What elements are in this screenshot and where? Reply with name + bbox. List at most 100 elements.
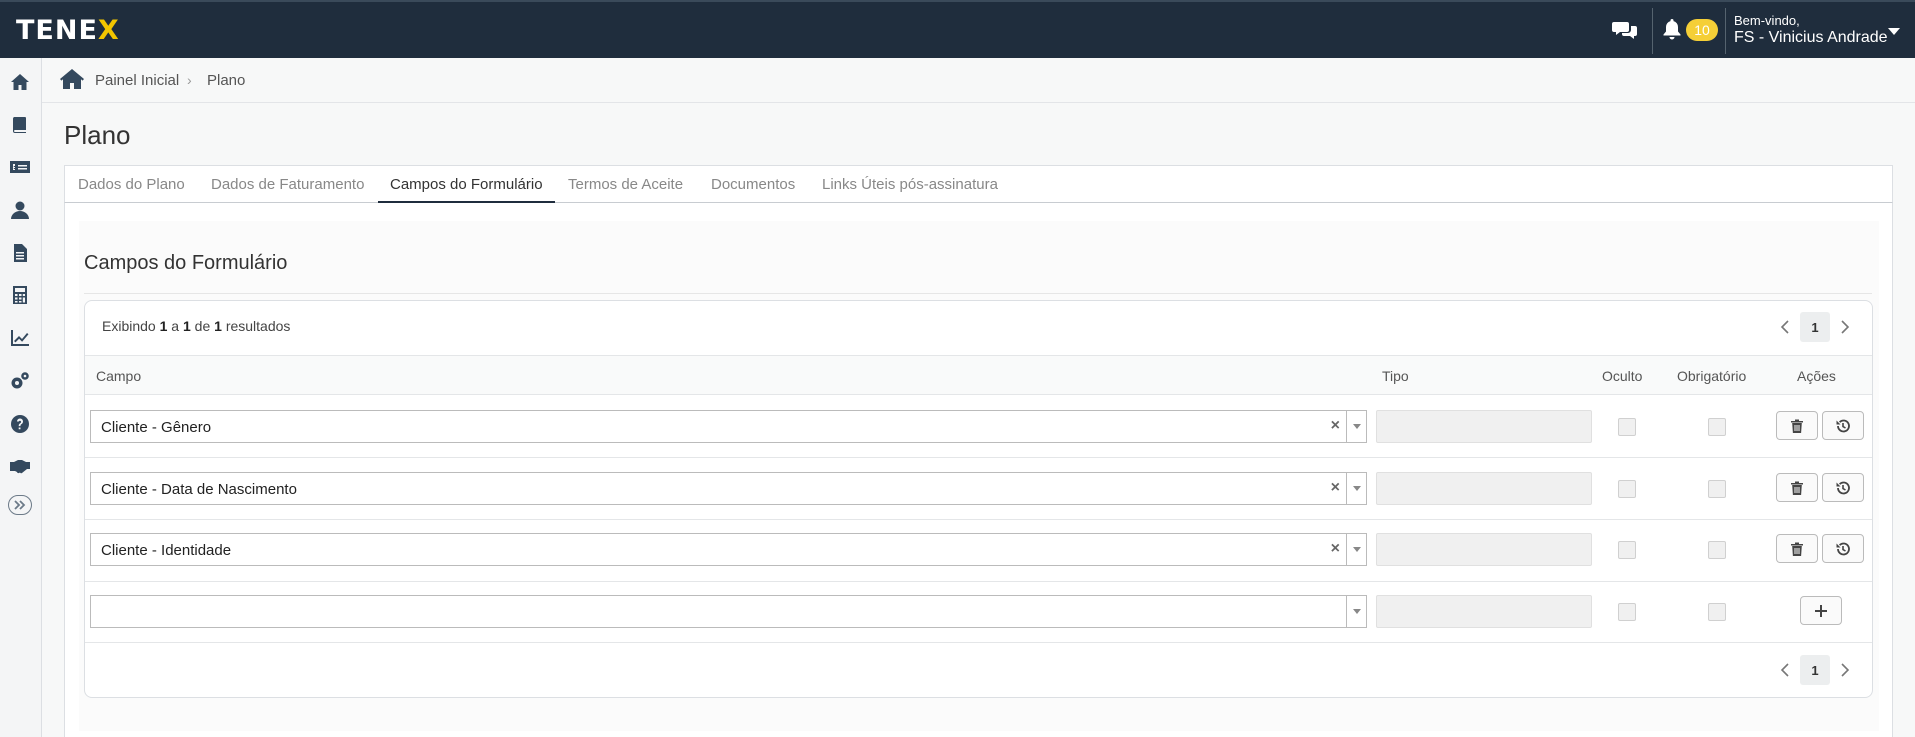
user-name[interactable]: FS - Vinicius Andrade xyxy=(1734,29,1888,47)
sidebar-item-home[interactable] xyxy=(0,67,40,97)
section-divider xyxy=(84,293,1872,294)
dropdown-toggle[interactable] xyxy=(1346,411,1366,442)
logo-text: TENE xyxy=(16,14,98,46)
caret-down-icon xyxy=(1352,608,1361,614)
plus-icon xyxy=(1815,604,1827,617)
book-icon xyxy=(12,117,26,133)
chevron-left-icon xyxy=(1780,663,1789,677)
campo-select[interactable]: Cliente - Gênero × xyxy=(90,410,1367,443)
document-icon xyxy=(14,244,27,262)
results-from: 1 xyxy=(159,318,168,334)
sidebar-expand-button[interactable] xyxy=(8,495,32,515)
sidebar-item-book[interactable] xyxy=(0,110,40,140)
page-title: Plano xyxy=(64,120,131,150)
trash-icon xyxy=(1791,481,1803,495)
welcome-text: Bem-vindo, xyxy=(1734,13,1800,28)
tab-termos-de-aceite[interactable]: Termos de Aceite xyxy=(568,166,683,203)
settings-icon xyxy=(11,372,29,389)
handshake-icon xyxy=(10,460,30,474)
help-icon xyxy=(11,415,29,433)
logo-text-x: X xyxy=(97,14,120,46)
campo-select[interactable]: Cliente - Data de Nascimento × xyxy=(90,472,1367,505)
sidebar-item-calculator[interactable] xyxy=(0,280,40,310)
results-of-word: de xyxy=(194,318,211,334)
campo-select-value: Cliente - Identidade xyxy=(101,542,232,559)
dropdown-toggle[interactable] xyxy=(1346,596,1366,627)
money-card-icon xyxy=(10,161,30,173)
dropdown-toggle[interactable] xyxy=(1346,473,1366,504)
campo-select-value: Cliente - Gênero xyxy=(101,419,212,436)
sidebar-item-settings[interactable] xyxy=(0,366,40,396)
tab-links-uteis[interactable]: Links Úteis pós-assinatura xyxy=(822,166,998,203)
breadcrumb-current: Plano xyxy=(207,72,246,89)
column-oculto: Oculto xyxy=(1602,368,1643,384)
clear-selection-icon[interactable]: × xyxy=(1331,540,1340,558)
restore-button[interactable] xyxy=(1822,534,1864,563)
user-menu-caret-icon[interactable] xyxy=(1888,28,1900,36)
oculto-checkbox[interactable] xyxy=(1618,418,1636,436)
sidebar-item-document[interactable] xyxy=(0,238,40,268)
chevron-right-icon xyxy=(1841,320,1850,334)
results-summary: Exibindo 1 a 1 de 1 resultados xyxy=(102,318,290,334)
obrigatorio-checkbox[interactable] xyxy=(1708,541,1726,559)
column-obrigatorio: Obrigatório xyxy=(1677,368,1747,384)
prev-page-button[interactable] xyxy=(1770,312,1800,342)
tab-dados-do-plano[interactable]: Dados do Plano xyxy=(78,166,185,203)
sidebar-item-user[interactable] xyxy=(0,195,40,225)
home-icon xyxy=(60,69,84,89)
header-divider xyxy=(1652,8,1653,54)
caret-down-icon xyxy=(1352,546,1361,552)
tab-documentos[interactable]: Documentos xyxy=(711,166,795,203)
campo-select[interactable]: Cliente - Identidade × xyxy=(90,533,1367,566)
bell-icon[interactable] xyxy=(1662,18,1682,40)
prev-page-button[interactable] xyxy=(1770,655,1800,685)
page-number[interactable]: 1 xyxy=(1800,655,1830,685)
sidebar-item-help[interactable] xyxy=(0,409,40,439)
delete-button[interactable] xyxy=(1776,411,1818,440)
sidebar-item-billing[interactable] xyxy=(0,152,40,182)
clear-selection-icon[interactable]: × xyxy=(1331,479,1340,497)
history-icon xyxy=(1836,542,1850,555)
page-number[interactable]: 1 xyxy=(1800,312,1830,342)
sidebar xyxy=(0,58,42,737)
breadcrumb-painel-inicial[interactable]: Painel Inicial xyxy=(95,72,179,89)
oculto-checkbox[interactable] xyxy=(1618,541,1636,559)
restore-button[interactable] xyxy=(1822,473,1864,502)
tipo-field xyxy=(1376,533,1592,566)
tab-dados-de-faturamento[interactable]: Dados de Faturamento xyxy=(211,166,364,203)
pagination-bottom: 1 xyxy=(1770,655,1860,685)
sidebar-item-reports[interactable] xyxy=(0,323,40,353)
chat-icon[interactable] xyxy=(1612,19,1638,41)
column-tipo: Tipo xyxy=(1382,368,1409,384)
chevron-right-icon xyxy=(1841,663,1850,677)
obrigatorio-checkbox[interactable] xyxy=(1708,418,1726,436)
restore-button[interactable] xyxy=(1822,411,1864,440)
tab-bar: Dados do Plano Dados de Faturamento Camp… xyxy=(64,165,1893,203)
section-title: Campos do Formulário xyxy=(84,252,288,274)
dropdown-toggle[interactable] xyxy=(1346,534,1366,565)
add-field-button[interactable] xyxy=(1800,596,1842,625)
oculto-checkbox[interactable] xyxy=(1618,603,1636,621)
next-page-button[interactable] xyxy=(1830,312,1860,342)
delete-button[interactable] xyxy=(1776,473,1818,502)
chart-icon xyxy=(11,330,29,346)
tab-campos-do-formulario[interactable]: Campos do Formulário xyxy=(378,166,555,203)
sidebar-item-deals[interactable] xyxy=(0,451,40,481)
breadcrumb-home-link[interactable] xyxy=(60,68,84,90)
calculator-icon xyxy=(13,286,27,304)
pagination-top: 1 xyxy=(1770,312,1860,342)
new-campo-select[interactable] xyxy=(90,595,1367,628)
notification-badge[interactable]: 10 xyxy=(1686,19,1718,41)
next-page-button[interactable] xyxy=(1830,655,1860,685)
clear-selection-icon[interactable]: × xyxy=(1331,417,1340,435)
obrigatorio-checkbox[interactable] xyxy=(1708,603,1726,621)
oculto-checkbox[interactable] xyxy=(1618,480,1636,498)
header-divider xyxy=(1725,8,1726,54)
tipo-field xyxy=(1376,410,1592,443)
column-acoes: Ações xyxy=(1797,368,1836,384)
tenex-logo[interactable]: TENE X xyxy=(16,14,120,46)
obrigatorio-checkbox[interactable] xyxy=(1708,480,1726,498)
campo-select-value: Cliente - Data de Nascimento xyxy=(101,481,297,498)
delete-button[interactable] xyxy=(1776,534,1818,563)
results-suffix: resultados xyxy=(225,318,291,334)
